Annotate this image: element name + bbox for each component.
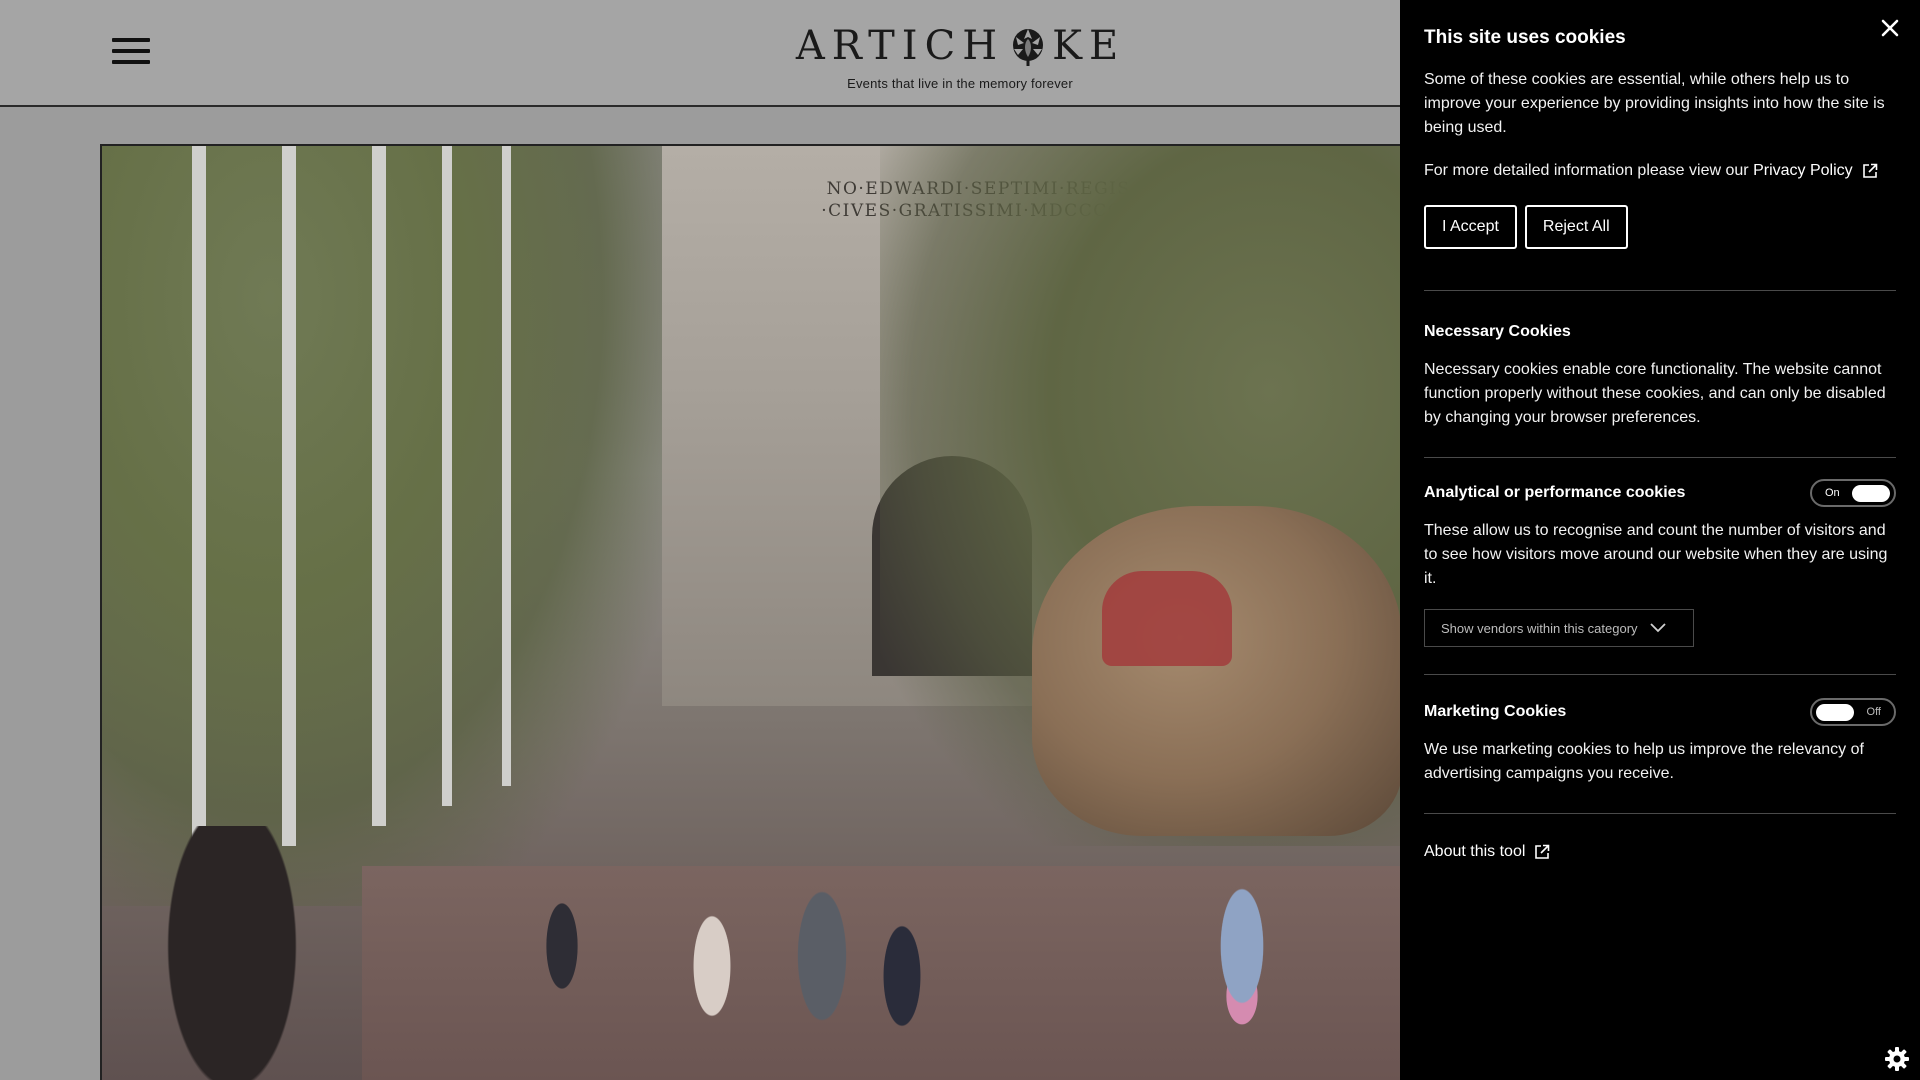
cookie-panel-title: This site uses cookies <box>1424 27 1626 48</box>
site-tagline: Events that live in the memory forever <box>847 76 1073 91</box>
lamp-post <box>192 146 206 866</box>
necessary-cookies-section: Necessary Cookies Necessary cookies enab… <box>1424 291 1896 457</box>
elephant-saddle <box>1102 571 1232 666</box>
cookie-settings-gear-icon[interactable] <box>1884 1046 1910 1072</box>
analytics-cookies-title: Analytical or performance cookies <box>1424 484 1686 501</box>
show-vendors-label: Show vendors within this category <box>1441 620 1638 636</box>
divider <box>1424 813 1896 814</box>
about-this-tool-link[interactable]: About this tool <box>1424 843 1525 861</box>
logo-text-right: KE <box>1052 23 1126 69</box>
marketing-cookies-text: We use marketing cookies to help us impr… <box>1424 741 1864 782</box>
toggle-state-label: Off <box>1866 706 1881 718</box>
artichoke-logo[interactable]: ARTICH KE <box>796 23 1118 69</box>
toggle-knob <box>1852 485 1890 502</box>
hamburger-menu-icon[interactable] <box>112 38 150 68</box>
external-link-icon <box>1535 844 1550 859</box>
hero-video[interactable]: NO·EDWARDI·SEPTIMI·REGIS· ·CIVES·GRATISS… <box>100 144 1400 1080</box>
marketing-cookies-section: Marketing Cookies Off We use marketing c… <box>1424 675 1896 813</box>
lamp-post <box>372 146 386 826</box>
crowd <box>102 826 1400 1080</box>
external-link-icon <box>1862 163 1877 178</box>
toggle-knob <box>1816 704 1854 721</box>
accept-button[interactable]: I Accept <box>1424 205 1517 249</box>
privacy-policy-prefix: For more detailed information please vie… <box>1424 162 1749 179</box>
analytics-cookies-section: Analytical or performance cookies On The… <box>1424 458 1896 674</box>
lamp-post <box>502 146 511 786</box>
chevron-down-icon <box>1649 623 1666 633</box>
necessary-cookies-title: Necessary Cookies <box>1424 323 1571 340</box>
toggle-state-label: On <box>1825 487 1840 499</box>
privacy-policy-line: For more detailed information please vie… <box>1424 159 1896 183</box>
cookie-intro-text: Some of these cookies are essential, whi… <box>1424 71 1885 136</box>
marketing-cookies-toggle[interactable]: Off <box>1810 698 1896 726</box>
cookie-consent-panel: This site uses cookies Some of these coo… <box>1400 0 1920 1080</box>
logo-text-left: ARTICH <box>795 23 1005 69</box>
lamp-post <box>282 146 296 846</box>
marketing-cookies-title: Marketing Cookies <box>1424 703 1567 720</box>
sultans-elephant <box>1032 506 1400 836</box>
reject-all-button[interactable]: Reject All <box>1524 205 1628 249</box>
analytics-cookies-toggle[interactable]: On <box>1810 479 1896 507</box>
lamp-post <box>442 146 452 806</box>
necessary-cookies-text: Necessary cookies enable core functional… <box>1424 361 1886 426</box>
analytics-cookies-text: These allow us to recognise and count th… <box>1424 522 1888 587</box>
consent-buttons: I Accept Reject All <box>1424 205 1896 249</box>
privacy-policy-link[interactable]: Privacy Policy <box>1753 159 1853 183</box>
show-vendors-dropdown[interactable]: Show vendors within this category <box>1424 609 1694 647</box>
artichoke-icon <box>1013 29 1044 66</box>
close-icon[interactable] <box>1878 16 1902 40</box>
about-this-tool-line: About this tool <box>1424 843 1896 861</box>
